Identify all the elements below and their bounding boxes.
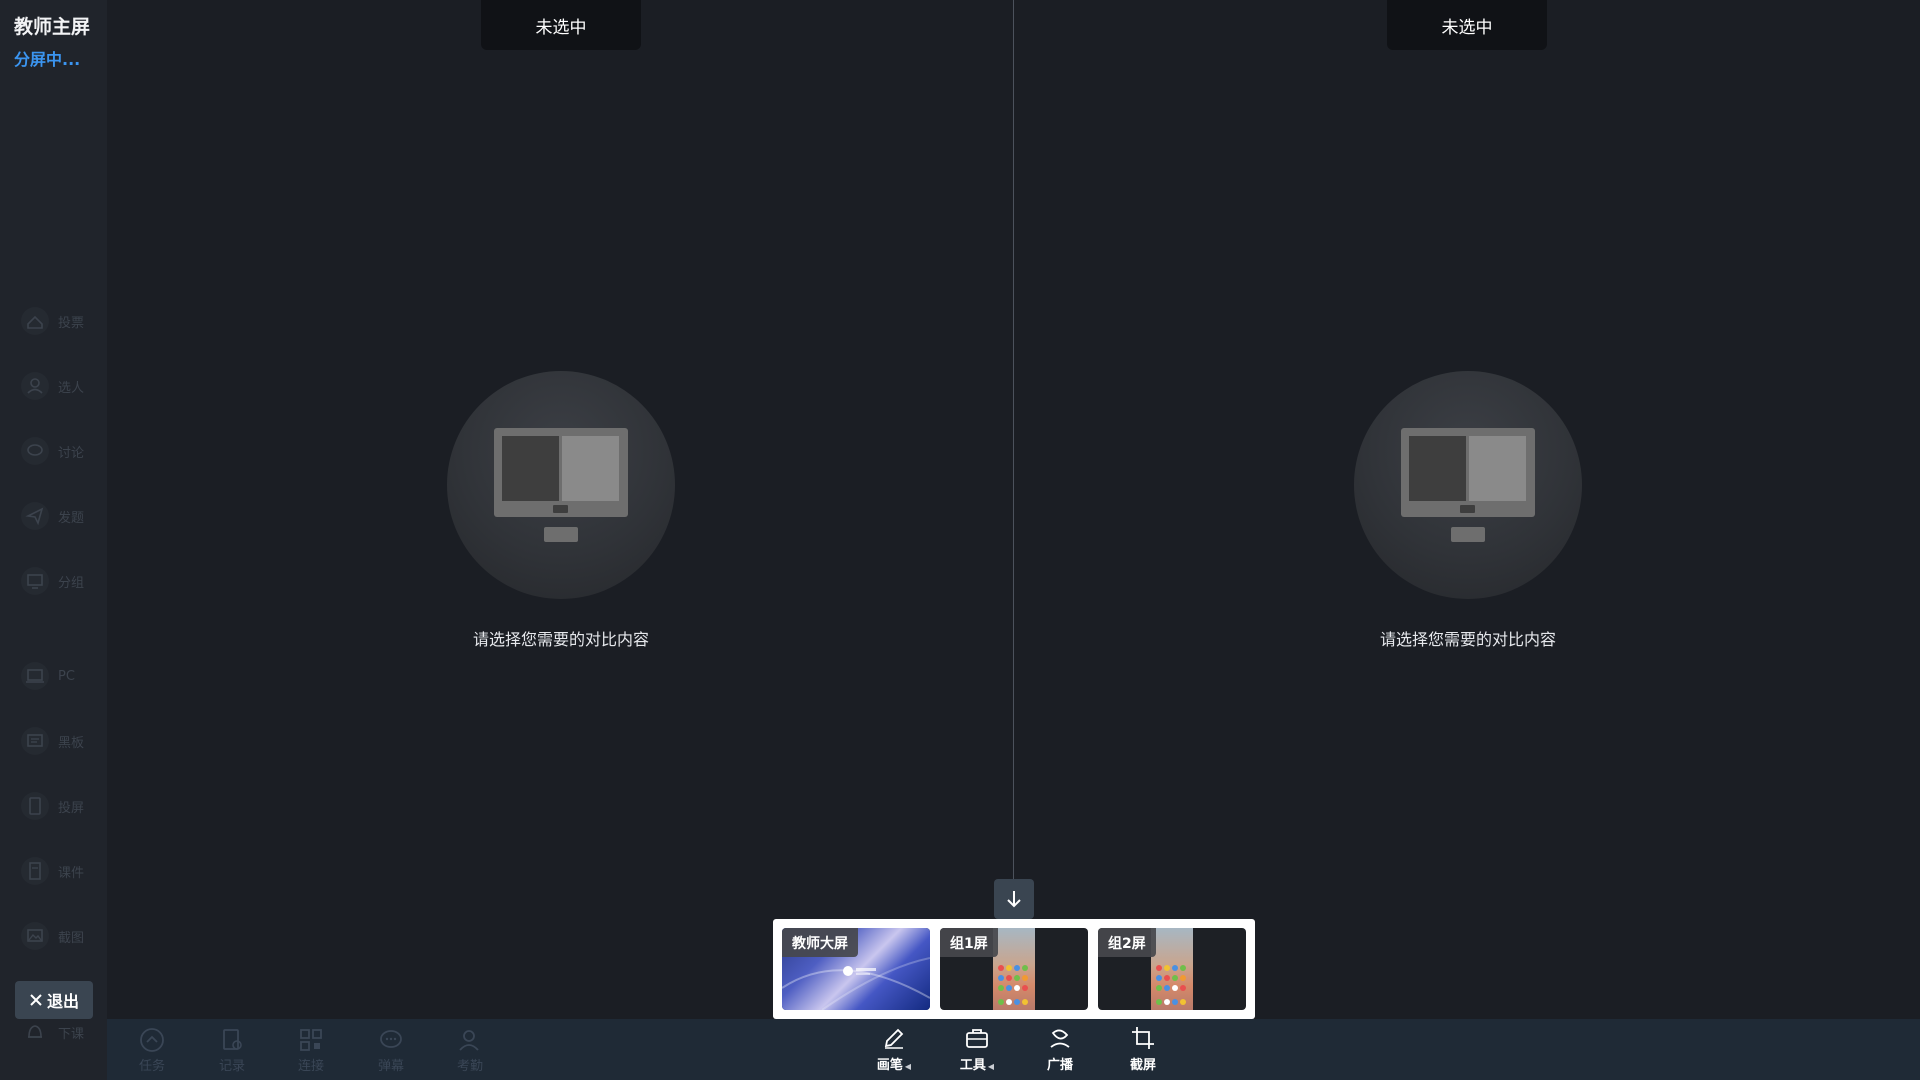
send-icon (21, 502, 49, 530)
thumbnail-label: 组1屏 (940, 928, 998, 957)
toolbar-label: 画笔 (876, 1058, 903, 1073)
toolbar-label: 任务 (138, 1059, 165, 1074)
toolbar-label: 连接 (297, 1059, 324, 1074)
sidebar-item-label: PC (58, 668, 75, 684)
sidebar-item-label: 分组 (58, 575, 85, 591)
group-screen-icon (21, 567, 49, 595)
app-grid-icon (1156, 965, 1186, 1005)
right-pane-hint: 请选择您需要的对比内容 (1379, 630, 1556, 649)
caret-left-icon: ◀ (987, 1062, 995, 1071)
toolbar-tools-button[interactable]: 工具 ◀ (947, 1025, 1007, 1077)
pc-icon (21, 662, 49, 690)
sidebar-item-group[interactable]: 分组 (20, 561, 104, 601)
toolbar-broadcast-button[interactable]: 广播 (1030, 1025, 1090, 1077)
broadcast-icon (1050, 1029, 1070, 1048)
toolbar-pen-button[interactable]: 画笔 ◀ (864, 1025, 924, 1077)
toolbar-label: 截屏 (1129, 1058, 1156, 1073)
toolbar-label: 广播 (1046, 1058, 1073, 1073)
left-pane-tab[interactable]: 未选中 (481, 0, 641, 50)
bottom-toolbar: 任务 记录 连接 弹幕 考勤 画笔 ◀ 工具 ◀ 广播 截屏 (107, 1019, 1920, 1080)
toolbar-item-record[interactable]: 记录 (207, 1027, 257, 1077)
monitor-icon (494, 428, 628, 542)
pane-divider (1013, 0, 1014, 880)
arrow-down-icon (1007, 891, 1021, 908)
toolbar-label: 工具 (959, 1058, 986, 1073)
person-icon (21, 372, 49, 400)
left-pane-placeholder[interactable] (447, 371, 675, 599)
sidebar-item-blackboard[interactable]: 黑板 (20, 721, 104, 761)
sidebar-item-vote[interactable]: 投票 (20, 301, 104, 341)
toolbar-item-barrage[interactable]: 弹幕 (366, 1027, 416, 1077)
toolbar-screenshot-button[interactable]: 截屏 (1113, 1025, 1173, 1077)
sidebar-item-label: 截图 (58, 930, 85, 946)
collapse-thumbnails-button[interactable] (994, 879, 1034, 919)
screen-thumbnail-strip: 教师大屏 组1屏 组2屏 (773, 919, 1255, 1019)
right-pane-placeholder[interactable] (1354, 371, 1582, 599)
phone-screen-preview (1151, 928, 1193, 1010)
exit-label: 退出 (46, 992, 79, 1011)
task-icon (140, 1028, 164, 1052)
caret-left-icon: ◀ (904, 1062, 912, 1071)
sidebar-item-courseware[interactable]: 课件 (20, 851, 104, 891)
thumbnail-label: 组2屏 (1098, 928, 1156, 957)
thumbnail-teacher-screen[interactable]: 教师大屏 (782, 928, 930, 1010)
crop-icon (1132, 1027, 1154, 1049)
sidebar-item-label: 讨论 (58, 445, 85, 461)
app-grid-icon (998, 965, 1028, 1005)
cast-icon (21, 792, 49, 820)
sidebar-item-cast[interactable]: 投屏 (20, 786, 104, 826)
toolbar-label: 考勤 (456, 1059, 483, 1074)
sidebar-item-screenshot[interactable]: 截图 (20, 916, 104, 956)
screenshot-icon (21, 922, 49, 950)
sidebar-item-send-question[interactable]: 发题 (20, 496, 104, 536)
toolbox-icon (966, 1029, 988, 1048)
sidebar-item-label: 发题 (58, 510, 85, 526)
sidebar-item-label: 投屏 (58, 800, 85, 816)
sidebar-item-pc[interactable]: PC (20, 656, 104, 696)
toolbar-item-attendance[interactable]: 考勤 (445, 1027, 495, 1077)
thumbnail-group2-screen[interactable]: 组2屏 (1098, 928, 1246, 1010)
sidebar-item-label: 投票 (58, 315, 85, 331)
exit-button[interactable]: 退出 (15, 981, 93, 1019)
pen-icon (884, 1028, 904, 1049)
thumbnail-group1-screen[interactable]: 组1屏 (940, 928, 1088, 1010)
vote-icon (21, 307, 49, 335)
sidebar-title: 教师主屏 (14, 16, 91, 38)
toolbar-label: 弹幕 (377, 1059, 404, 1074)
phone-screen-preview (993, 928, 1035, 1010)
right-pane-tab[interactable]: 未选中 (1387, 0, 1547, 50)
record-icon (223, 1029, 242, 1050)
sidebar-item-discussion[interactable]: 讨论 (20, 431, 104, 471)
chat-icon (380, 1030, 402, 1048)
sidebar-item-label: 黑板 (58, 735, 85, 751)
toolbar-item-task[interactable]: 任务 (127, 1027, 177, 1077)
sidebar-item-label: 课件 (58, 865, 85, 881)
close-icon (30, 994, 42, 1006)
sidebar: 教师主屏 分屏中... 投票 选人 讨论 发题 分组 PC 黑板 投屏 课件 截… (0, 0, 107, 1080)
qr-icon (300, 1029, 322, 1051)
thumbnail-label: 教师大屏 (782, 928, 858, 957)
monitor-icon (1401, 428, 1535, 542)
bell-icon (28, 1025, 42, 1038)
sidebar-item-label: 下课 (58, 1026, 85, 1042)
left-pane-hint: 请选择您需要的对比内容 (472, 630, 649, 649)
toolbar-label: 记录 (218, 1059, 245, 1074)
sidebar-item-label: 选人 (58, 380, 85, 396)
toolbar-item-connect[interactable]: 连接 (286, 1027, 336, 1077)
split-status: 分屏中... (14, 50, 81, 69)
attendance-icon (459, 1030, 479, 1051)
sidebar-item-pick-person[interactable]: 选人 (20, 366, 104, 406)
courseware-icon (21, 857, 49, 885)
discussion-icon (21, 437, 49, 465)
blackboard-icon (21, 727, 49, 755)
